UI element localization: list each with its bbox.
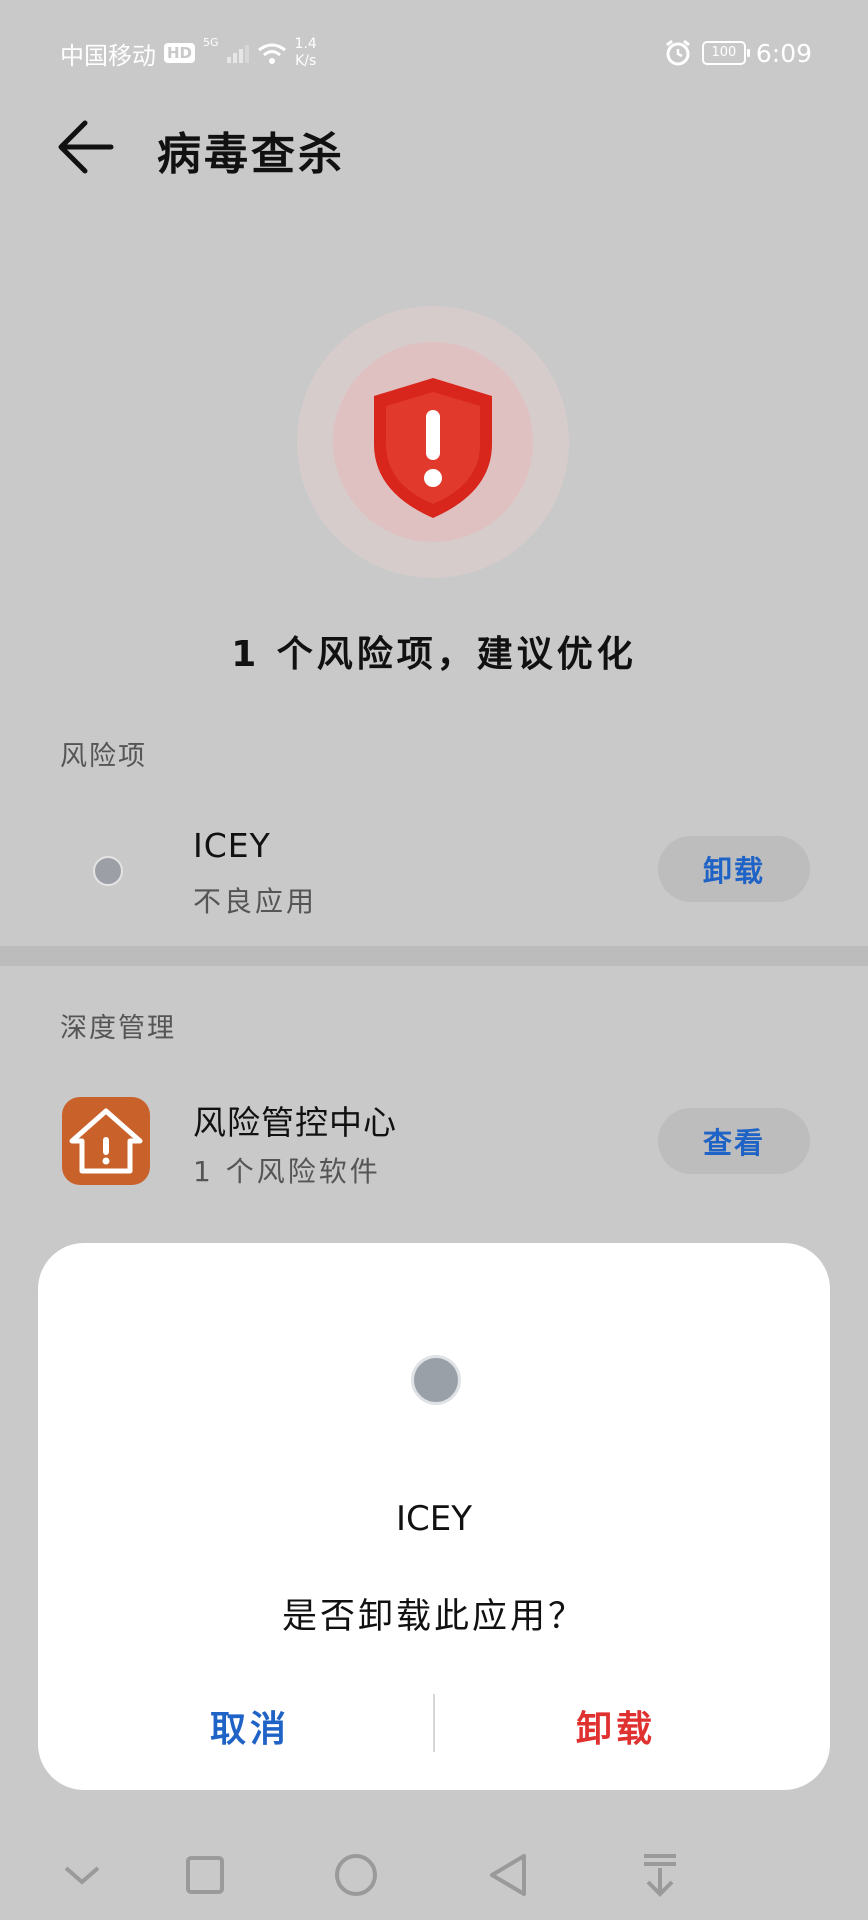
net-speed: 1.4 K/s (295, 36, 317, 70)
uninstall-button[interactable]: 卸载 (658, 836, 810, 902)
notification-pull-icon[interactable] (644, 1854, 676, 1897)
battery-icon: 100 (701, 41, 750, 65)
chevron-down-icon[interactable] (64, 1866, 100, 1885)
battery-level: 100 (711, 45, 737, 60)
dialog-message: 是否卸载此应用？ (281, 1597, 586, 1637)
carrier-name: 中国移动 (60, 41, 156, 70)
app-icon-icey (93, 856, 123, 886)
view-button[interactable]: 查看 (658, 1108, 810, 1174)
dialog-app-name: ICEY (395, 1499, 473, 1539)
net-speed-value: 1.4 (294, 36, 317, 52)
square-recents-icon[interactable] (186, 1856, 224, 1894)
house-warning-icon (62, 1097, 150, 1185)
navigation-bar (64, 1854, 676, 1897)
network-type: 5G (203, 36, 219, 49)
deep-item-subtitle: 1 个风险软件 (193, 1155, 381, 1188)
deep-item-name: 风险管控中心 (193, 1103, 397, 1142)
hd-badge: HD (164, 43, 196, 63)
arrow-left-icon[interactable] (55, 115, 115, 179)
confirm-uninstall-button[interactable]: 卸载 (446, 1690, 786, 1762)
page-title: 病毒查杀 (157, 129, 345, 180)
scan-summary: 1 个风险项，建议优化 (231, 634, 637, 675)
cancel-button[interactable]: 取消 (80, 1690, 420, 1762)
status-bar-right: 100 6:09 (664, 36, 812, 70)
dialog-button-divider (433, 1694, 435, 1752)
signal-icon (226, 43, 249, 63)
dialog-app-icon (411, 1355, 461, 1405)
status-bar-left: 中国移动 HD 5G 1.4 K/s (60, 36, 317, 70)
triangle-back-icon[interactable] (490, 1854, 526, 1896)
risk-item-subtitle: 不良应用 (193, 885, 318, 918)
section-label-risk: 风险项 (60, 741, 147, 772)
section-divider (0, 946, 868, 966)
section-label-deep: 深度管理 (60, 1013, 176, 1044)
circle-home-icon[interactable] (335, 1854, 377, 1896)
clock: 6:09 (755, 38, 812, 68)
warning-shield-icon (374, 378, 492, 518)
alarm-icon (665, 39, 690, 66)
wifi-icon (257, 43, 286, 64)
risk-item-name: ICEY (193, 826, 271, 865)
net-speed-unit: K/s (295, 53, 317, 69)
